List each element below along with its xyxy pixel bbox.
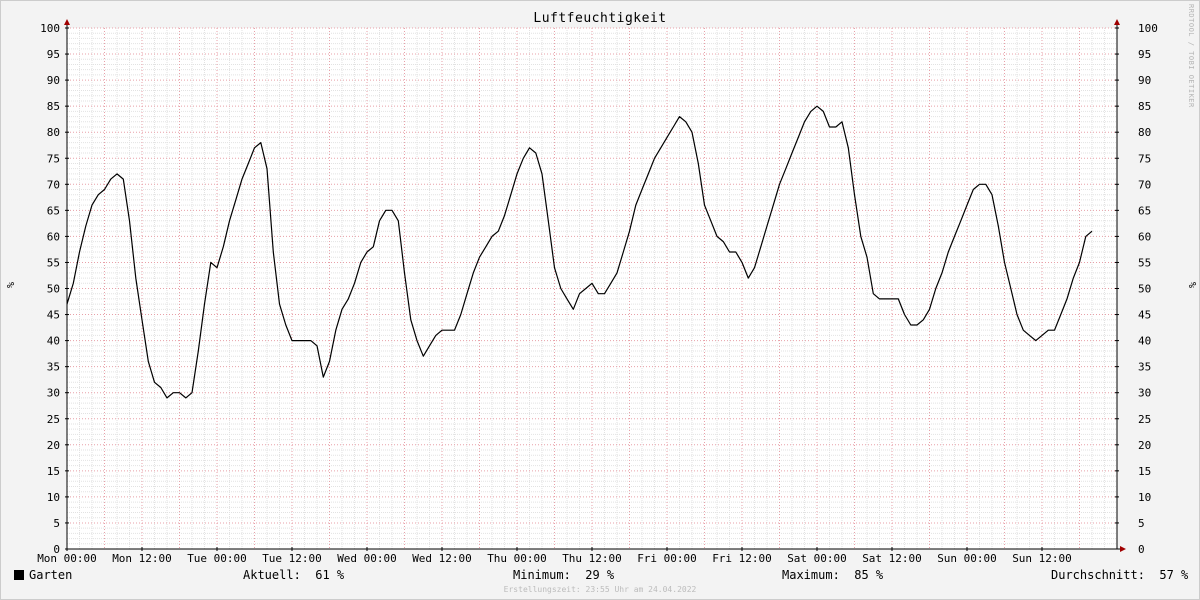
- y-tick-label-right: 20: [1138, 439, 1151, 452]
- legend-average: Durchschnitt: 57 %: [1051, 568, 1188, 582]
- x-tick-label: Sat 12:00: [862, 552, 922, 565]
- rrdtool-watermark: RRDTOOL / TOBI OETIKER: [1187, 4, 1195, 108]
- legend-max-value: 85 %: [854, 568, 884, 582]
- y-tick-label-left: 35: [47, 361, 60, 374]
- legend-maximum: Maximum: 85 %: [782, 568, 883, 582]
- chart-title: Luftfeuchtigkeit: [533, 11, 667, 26]
- legend-minimum: Minimum: 29 %: [513, 568, 614, 582]
- y-tick-label-left: 5: [53, 517, 60, 530]
- x-tick-label: Thu 12:00: [562, 552, 622, 565]
- y-tick-label-left: 45: [47, 309, 60, 322]
- x-tick-label: Thu 00:00: [487, 552, 547, 565]
- creation-time-footer: Erstellungszeit: 23:55 Uhr am 24.04.2022: [503, 585, 697, 594]
- y-tick-label-right: 65: [1138, 204, 1151, 217]
- y-tick-label-left: 15: [47, 465, 60, 478]
- legend-min-value: 29 %: [585, 568, 615, 582]
- x-tick-label: Wed 12:00: [412, 552, 472, 565]
- y-tick-label-right: 70: [1138, 178, 1151, 191]
- y-tick-label-right: 60: [1138, 230, 1151, 243]
- legend-current: Aktuell: 61 %: [243, 568, 344, 582]
- legend-avg-label: Durchschnitt:: [1051, 568, 1145, 582]
- legend-min-label: Minimum:: [513, 568, 571, 582]
- legend-max-label: Maximum:: [782, 568, 840, 582]
- y-tick-label-right: 50: [1138, 283, 1151, 296]
- x-tick-label: Tue 00:00: [187, 552, 247, 565]
- y-tick-label-right: 10: [1138, 491, 1151, 504]
- x-axis-arrow: [1120, 546, 1126, 552]
- y-tick-label-left: 40: [47, 335, 60, 348]
- y-tick-label-left: 60: [47, 230, 60, 243]
- y-tick-label-left: 20: [47, 439, 60, 452]
- y-tick-label-right: 0: [1138, 543, 1145, 556]
- y-tick-label-left: 75: [47, 152, 60, 165]
- x-tick-label: Mon 00:00: [37, 552, 97, 565]
- y-tick-label-right: 85: [1138, 100, 1151, 113]
- legend-series-name: Garten: [29, 568, 73, 582]
- y-tick-label-left: 30: [47, 387, 60, 400]
- x-tick-label: Sun 00:00: [937, 552, 997, 565]
- y-tick-label-right: 45: [1138, 309, 1151, 322]
- y-tick-label-right: 40: [1138, 335, 1151, 348]
- y-tick-label-right: 15: [1138, 465, 1151, 478]
- y-tick-label-right: 90: [1138, 74, 1151, 87]
- y-tick-label-right: 35: [1138, 361, 1151, 374]
- legend-current-label: Aktuell:: [243, 568, 301, 582]
- y-tick-label-right: 80: [1138, 126, 1151, 139]
- y-tick-label-left: 80: [47, 126, 60, 139]
- legend-series: Garten: [14, 568, 72, 582]
- y-tick-label-left: 85: [47, 100, 60, 113]
- y-tick-label-right: 5: [1138, 517, 1145, 530]
- y-tick-label-right: 30: [1138, 387, 1151, 400]
- y-axis-unit-left: %: [4, 282, 15, 289]
- y-tick-label-left: 10: [47, 491, 60, 504]
- y-tick-label-left: 70: [47, 178, 60, 191]
- x-tick-label: Wed 00:00: [337, 552, 397, 565]
- legend-avg-value: 57 %: [1159, 568, 1189, 582]
- y-tick-label-left: 90: [47, 74, 60, 87]
- y-tick-label-left: 65: [47, 204, 60, 217]
- y-axis-unit-right: %: [1186, 282, 1197, 289]
- y-tick-label-left: 50: [47, 283, 60, 296]
- legend-swatch: [14, 570, 24, 580]
- y-tick-label-left: 25: [47, 413, 60, 426]
- y-tick-label-right: 55: [1138, 256, 1151, 269]
- y-tick-label-left: 55: [47, 256, 60, 269]
- x-tick-label: Mon 12:00: [112, 552, 172, 565]
- x-tick-label: Tue 12:00: [262, 552, 322, 565]
- chart-canvas: 0 05 510 1015 1520 2025 2530 3035 3540 4045 4550 50…: [37, 19, 1158, 565]
- y-tick-label-right: 95: [1138, 48, 1151, 61]
- x-tick-label: Sun 12:00: [1012, 552, 1072, 565]
- x-tick-label: Sat 00:00: [787, 552, 847, 565]
- y-tick-label-right: 75: [1138, 152, 1151, 165]
- x-tick-label: Fri 12:00: [712, 552, 772, 565]
- legend-current-value: 61 %: [315, 568, 345, 582]
- y-tick-label-left: 95: [47, 48, 60, 61]
- y-tick-label-right: 25: [1138, 413, 1151, 426]
- x-tick-label: Fri 00:00: [637, 552, 697, 565]
